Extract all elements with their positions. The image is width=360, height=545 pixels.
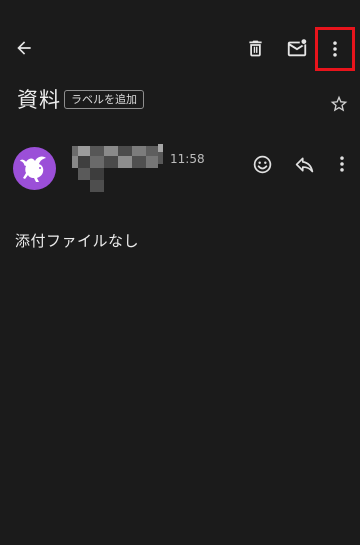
add-label-chip[interactable]: ラベルを追加 <box>64 90 144 109</box>
reply-icon <box>295 157 313 172</box>
mark-unread-button[interactable] <box>277 28 317 68</box>
emoji-icon <box>253 155 271 173</box>
sender-row: 11:58 <box>0 140 360 196</box>
star-button[interactable] <box>319 84 359 124</box>
message-more-options-button[interactable] <box>322 144 360 184</box>
delete-button[interactable] <box>235 28 275 68</box>
star-outline-icon <box>330 95 348 112</box>
email-detail-screen: 資料 ラベルを追加 11:58 添付ファイルなし <box>0 0 360 545</box>
arrow-left-icon <box>17 41 31 55</box>
trash-icon <box>248 40 262 56</box>
more-vert-icon <box>333 41 337 57</box>
email-body-text: 添付ファイルなし <box>15 232 140 250</box>
email-subject: 資料 <box>17 88 61 112</box>
pegasus-icon <box>20 156 46 182</box>
more-vert-icon <box>340 156 344 172</box>
more-options-button[interactable] <box>315 27 355 71</box>
reply-button[interactable] <box>284 144 324 184</box>
back-button[interactable] <box>4 28 44 68</box>
sender-name-redacted <box>70 144 164 194</box>
add-reaction-button[interactable] <box>242 144 282 184</box>
message-time: 11:58 <box>170 152 205 166</box>
top-toolbar <box>0 22 360 74</box>
sender-avatar[interactable] <box>13 147 56 190</box>
subject-row: 資料 ラベルを追加 <box>0 82 360 122</box>
mail-unread-icon <box>287 39 307 57</box>
